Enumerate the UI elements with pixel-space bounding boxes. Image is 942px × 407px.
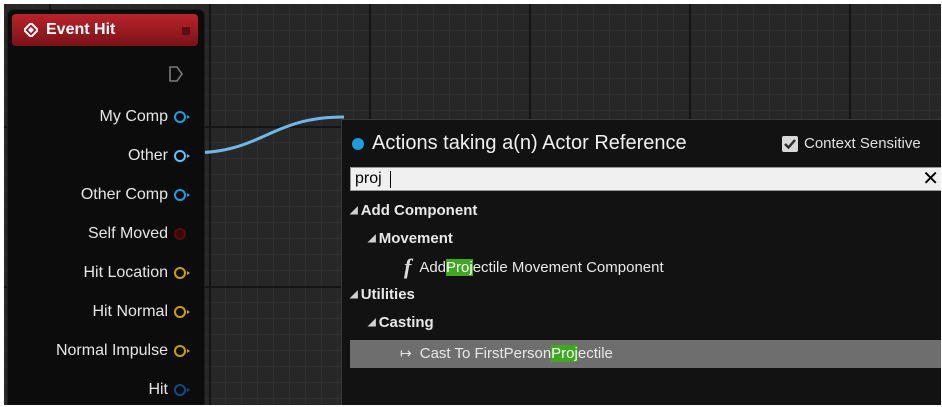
search-input[interactable] bbox=[355, 170, 915, 188]
object-type-dot-icon bbox=[352, 137, 364, 150]
struct-pin-icon[interactable] bbox=[174, 384, 190, 396]
vector-pin-icon[interactable] bbox=[174, 267, 190, 279]
pin-other-comp[interactable]: Other Comp bbox=[80, 186, 190, 204]
search-match-highlight: Proj bbox=[551, 345, 578, 362]
item-text-post: ectile Movement Component bbox=[472, 258, 664, 276]
category-label: Casting bbox=[378, 314, 434, 331]
category-label: Add Component bbox=[360, 202, 478, 219]
pin-hit[interactable]: Hit bbox=[148, 381, 190, 399]
expanded-triangle-icon[interactable]: ◢ bbox=[368, 233, 376, 244]
exec-output-pin-icon[interactable] bbox=[168, 65, 184, 83]
action-add-projectile-movement[interactable]: f Add Proj ectile Movement Component bbox=[404, 254, 664, 280]
object-pin-icon[interactable] bbox=[174, 150, 190, 162]
node-title: Event Hit bbox=[46, 21, 116, 38]
expanded-triangle-icon[interactable]: ◢ bbox=[368, 317, 376, 328]
menu-title: Actions taking a(n) Actor Reference bbox=[372, 132, 687, 154]
clear-search-icon[interactable]: ✕ bbox=[922, 169, 939, 189]
menu-header: Actions taking a(n) Actor Reference bbox=[352, 132, 687, 155]
node-header[interactable]: Event Hit bbox=[12, 14, 198, 46]
pin-label: Normal Impulse bbox=[55, 342, 168, 359]
item-text-pre: Add bbox=[419, 258, 447, 276]
pin-label: Other bbox=[127, 147, 168, 164]
pin-label: Other Comp bbox=[80, 186, 168, 203]
item-text-pre: Cast To FirstPerson bbox=[419, 345, 552, 362]
event-hit-node[interactable]: Event Hit My Comp Other Other Comp Self … bbox=[8, 10, 204, 405]
object-pin-icon[interactable] bbox=[174, 111, 190, 123]
expanded-triangle-icon[interactable]: ◢ bbox=[350, 289, 358, 300]
bool-pin-icon[interactable] bbox=[174, 228, 186, 240]
category-label: Movement bbox=[378, 230, 453, 247]
pin-label: Self Moved bbox=[87, 225, 168, 242]
category-movement[interactable]: ◢ Movement bbox=[368, 230, 453, 247]
pin-self-moved[interactable]: Self Moved bbox=[88, 225, 186, 243]
text-caret bbox=[390, 171, 391, 188]
collapse-icon[interactable] bbox=[182, 27, 190, 35]
event-diamond-icon bbox=[24, 23, 38, 37]
item-text-post: ectile bbox=[577, 345, 613, 362]
context-action-menu[interactable]: Actions taking a(n) Actor Reference Cont… bbox=[341, 119, 941, 405]
pin-my-comp[interactable]: My Comp bbox=[99, 108, 190, 126]
pin-label: Hit bbox=[148, 381, 168, 398]
vector-pin-icon[interactable] bbox=[174, 345, 190, 357]
action-cast-to-firstperson-projectile[interactable]: ↦ Cast To FirstPerson Proj ectile bbox=[400, 345, 613, 362]
category-utilities[interactable]: ◢ Utilities bbox=[350, 286, 415, 303]
function-icon: f bbox=[404, 254, 412, 279]
pin-label: My Comp bbox=[99, 108, 168, 125]
pin-other[interactable]: Other bbox=[127, 147, 190, 165]
category-casting[interactable]: ◢ Casting bbox=[368, 314, 434, 331]
search-box[interactable]: ✕ bbox=[350, 167, 941, 191]
search-match-highlight: Proj bbox=[446, 258, 473, 276]
blueprint-graph-canvas[interactable]: Event Hit My Comp Other Other Comp Self … bbox=[4, 4, 941, 405]
pin-hit-location[interactable]: Hit Location bbox=[83, 264, 190, 282]
context-sensitive-toggle[interactable]: Context Sensitive bbox=[782, 135, 921, 152]
pin-label: Hit Location bbox=[83, 264, 169, 281]
pin-normal-impulse[interactable]: Normal Impulse bbox=[55, 342, 190, 360]
context-sensitive-label: Context Sensitive bbox=[804, 135, 921, 152]
category-add-component[interactable]: ◢ Add Component bbox=[350, 202, 477, 219]
cast-arrow-icon: ↦ bbox=[400, 345, 412, 361]
vector-pin-icon[interactable] bbox=[174, 306, 190, 318]
checkbox-checked-icon[interactable] bbox=[782, 135, 798, 152]
object-pin-icon[interactable] bbox=[174, 189, 190, 201]
expanded-triangle-icon[interactable]: ◢ bbox=[350, 205, 358, 216]
pin-hit-normal[interactable]: Hit Normal bbox=[92, 303, 190, 321]
pin-label: Hit Normal bbox=[92, 303, 168, 320]
category-label: Utilities bbox=[360, 286, 415, 303]
